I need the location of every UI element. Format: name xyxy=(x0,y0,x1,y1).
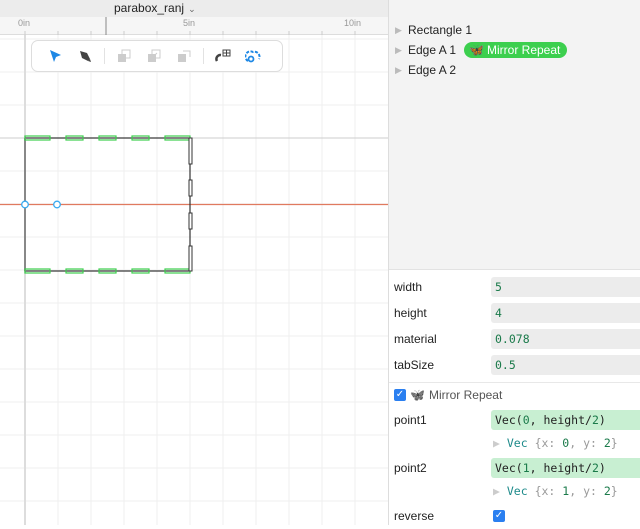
mirror-repeat-icon xyxy=(245,50,261,63)
point1-handle[interactable] xyxy=(21,200,29,209)
result-part: } xyxy=(610,436,618,450)
tree-item-label: Rectangle 1 xyxy=(408,23,473,37)
duplicate-icon xyxy=(178,50,191,62)
result-part: , y: xyxy=(569,484,604,498)
point1-expression-input[interactable]: Vec(0, height/2) xyxy=(491,410,640,430)
toolbar-divider xyxy=(104,48,105,64)
disclosure-triangle-icon[interactable]: ▶ xyxy=(395,65,408,76)
expr-part: 2 xyxy=(591,461,599,475)
mirror-repeat-button[interactable] xyxy=(238,44,268,68)
param-label: point2 xyxy=(394,461,427,475)
select-tool-button[interactable] xyxy=(40,44,70,68)
pen-nib-icon xyxy=(80,51,91,62)
badge-label: Mirror Repeat xyxy=(487,43,561,57)
title-bar: parabox_ranj ⌄ xyxy=(0,0,388,17)
slot xyxy=(188,212,193,230)
pen-tool-button[interactable] xyxy=(70,44,100,68)
param-input[interactable]: 0.5 xyxy=(491,355,640,375)
butterfly-icon: 🦋 xyxy=(410,388,425,402)
result-part: , y: xyxy=(569,436,604,450)
disclosure-triangle-icon[interactable]: ▶ xyxy=(395,25,408,36)
tree-item-label: Edge A 1 xyxy=(408,43,457,57)
ruler-label: 5in xyxy=(183,18,196,28)
result-type: Vec xyxy=(506,484,528,498)
result-part: {x: xyxy=(534,436,563,450)
send-back-icon xyxy=(118,49,131,62)
result-part: } xyxy=(610,484,618,498)
param-point2: point2 Vec(1, height/2) xyxy=(389,455,640,481)
expr-part: 2 xyxy=(591,413,599,427)
point2-expression-input[interactable]: Vec(1, height/2) xyxy=(491,458,640,478)
butterfly-icon: 🦋 xyxy=(469,43,484,57)
expr-part: Vec( xyxy=(495,413,523,427)
param-input[interactable]: 5 xyxy=(491,277,640,297)
param-height: height 4 xyxy=(389,300,640,326)
canvas-toolbar xyxy=(31,40,283,72)
param-label: material xyxy=(394,332,437,346)
parameters-section: width 5 height 4 material 0.078 tabSize 0.5 xyxy=(389,270,640,383)
magnet-grid-icon xyxy=(215,49,231,62)
modifier-badge[interactable]: 🦋 Mirror Repeat xyxy=(464,42,568,58)
result-y: 2 xyxy=(603,484,611,498)
param-label: tabSize xyxy=(394,358,435,372)
modifier-header: ✓ 🦋 Mirror Repeat xyxy=(389,383,640,407)
bring-front-icon xyxy=(148,49,161,62)
slot xyxy=(188,137,193,165)
result-y: 2 xyxy=(603,436,611,450)
document-title-text: parabox_ranj xyxy=(114,1,185,15)
expr-part: , height/ xyxy=(529,461,592,475)
inspector-panel: ▶ Rectangle 1 ▶ Edge A 1 🦋 Mirror Repeat ▶ E… xyxy=(388,0,640,525)
expr-part: 0 xyxy=(522,413,530,427)
param-point1: point1 Vec(0, height/2) xyxy=(389,407,640,433)
expr-part: 1 xyxy=(522,461,530,475)
result-part: {x: xyxy=(534,484,563,498)
point2-handle[interactable] xyxy=(53,200,61,209)
modifier-enabled-checkbox[interactable]: ✓ xyxy=(394,389,406,401)
param-reverse: reverse ✓ xyxy=(389,503,640,529)
arrow-cursor-icon xyxy=(50,50,61,62)
point2-result: ▶ Vec {x: 1, y: 2} xyxy=(389,481,640,503)
slot xyxy=(188,245,193,272)
param-input[interactable]: 4 xyxy=(491,303,640,323)
chevron-down-icon: ⌄ xyxy=(188,4,196,14)
disclosure-triangle-icon[interactable]: ▶ xyxy=(395,45,408,56)
param-label: height xyxy=(394,306,427,320)
toolbar-divider xyxy=(203,48,204,64)
expr-part: , height/ xyxy=(529,413,592,427)
param-material: material 0.078 xyxy=(389,326,640,352)
expr-part: ) xyxy=(598,413,606,427)
bring-front-button[interactable] xyxy=(139,44,169,68)
param-input[interactable]: 0.078 xyxy=(491,329,640,349)
param-label: width xyxy=(394,280,423,294)
snap-grid-button[interactable] xyxy=(208,44,238,68)
drawing-canvas[interactable] xyxy=(0,35,388,525)
ruler-label: 10in xyxy=(344,18,362,28)
slot xyxy=(188,179,193,197)
expr-part: ) xyxy=(598,461,606,475)
ruler: 0in 5in 10in xyxy=(0,17,388,35)
ruler-label: 0in xyxy=(18,18,31,28)
result-type: Vec xyxy=(506,436,528,450)
param-width: width 5 xyxy=(389,274,640,300)
tree-item-rectangle-1[interactable]: ▶ Rectangle 1 xyxy=(389,20,640,40)
disclosure-triangle-icon[interactable]: ▶ xyxy=(493,484,507,498)
tree-item-edge-a-1[interactable]: ▶ Edge A 1 🦋 Mirror Repeat xyxy=(389,40,640,60)
param-tabsize: tabSize 0.5 xyxy=(389,352,640,378)
send-back-button[interactable] xyxy=(109,44,139,68)
disclosure-triangle-icon[interactable]: ▶ xyxy=(493,436,507,450)
document-title[interactable]: parabox_ranj ⌄ xyxy=(114,1,196,15)
duplicate-button[interactable] xyxy=(169,44,199,68)
layer-tree: ▶ Rectangle 1 ▶ Edge A 1 🦋 Mirror Repeat ▶ E… xyxy=(389,0,640,270)
param-label: point1 xyxy=(394,413,427,427)
point1-result: ▶ Vec {x: 0, y: 2} xyxy=(389,433,640,455)
param-label: reverse xyxy=(394,509,435,523)
tree-item-label: Edge A 2 xyxy=(408,63,457,77)
expr-part: Vec( xyxy=(495,461,523,475)
tree-item-edge-a-2[interactable]: ▶ Edge A 2 xyxy=(389,60,640,80)
modifier-title: Mirror Repeat xyxy=(428,388,503,402)
reverse-checkbox[interactable]: ✓ xyxy=(493,510,505,522)
